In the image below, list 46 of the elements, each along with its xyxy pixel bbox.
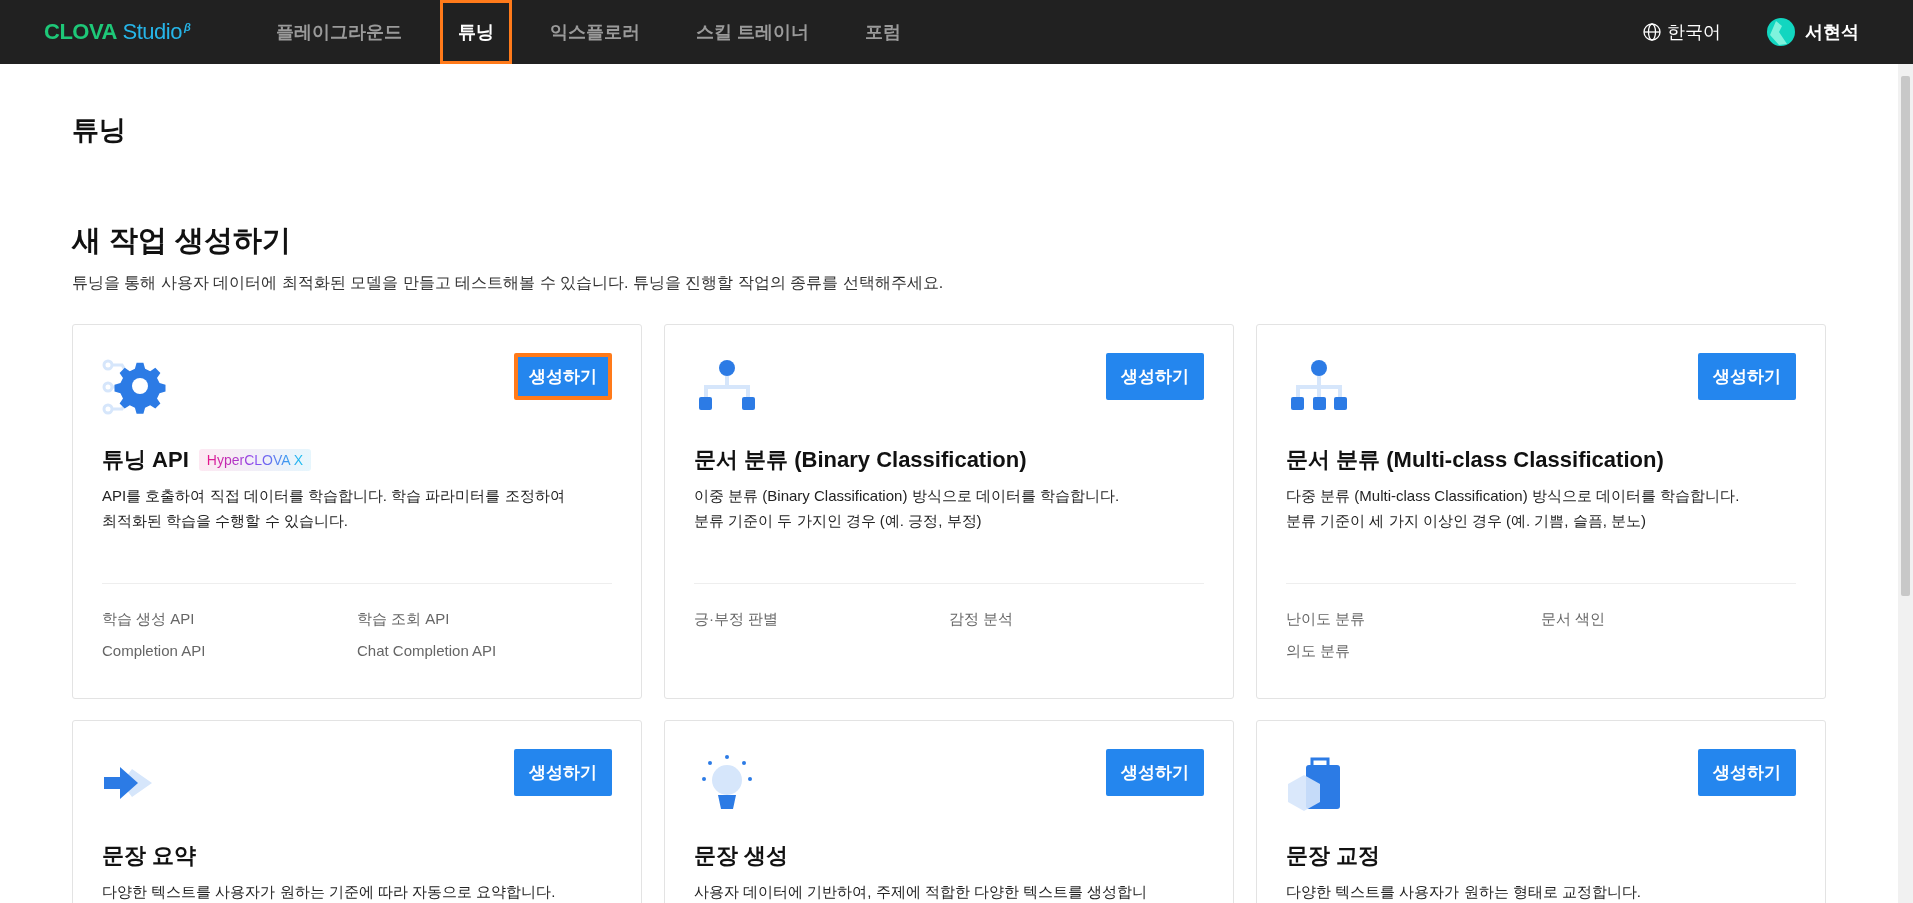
card-description: 최적화된 학습을 수행할 수 있습니다. — [102, 511, 349, 531]
section-description: 튜닝을 통해 사용자 데이터에 최적화된 모델을 만들고 테스트해볼 수 있습니다. 튜닝을 진행할 작업의 종류를 선택해주세요. — [72, 273, 945, 293]
card-title: 문장 생성 — [694, 842, 789, 870]
nav-tab[interactable]: 플레이그라운드 — [258, 0, 421, 64]
example-link[interactable]: 의도 분류 — [1286, 642, 1541, 661]
logo[interactable]: CLOVA Studio$^{β}$ — [44, 19, 191, 45]
card-title: 문서 분류 (Multi-class Classification) — [1286, 446, 1664, 474]
language-button[interactable]: 한국어 — [1637, 19, 1727, 45]
nav-tab[interactable]: 스킬 트레이너 — [678, 0, 828, 64]
create-button[interactable]: 생성하기 — [1106, 749, 1204, 796]
example-link[interactable]: 학습 조회 API — [357, 610, 612, 629]
card-description: 다양한 텍스트를 사용자가 원하는 형태로 교정합니다. — [1286, 882, 1642, 902]
user-name[interactable]: 서현석 — [1805, 20, 1859, 44]
card-description: API를 호출하여 직접 데이터를 학습합니다. 학습 파라미터를 조정하여 — [102, 486, 566, 506]
example-link[interactable]: 긍·부정 판별 — [694, 610, 949, 629]
nav-tab[interactable]: 포럼 — [847, 0, 920, 64]
card-description: 이중 분류 (Binary Classification) 방식으로 데이터를 학습합니다. — [694, 486, 1121, 506]
create-button[interactable]: 생성하기 — [1106, 353, 1204, 400]
avatar-icon[interactable] — [1767, 18, 1795, 46]
example-link[interactable]: Completion API — [102, 642, 357, 659]
nav-tab[interactable]: 익스플로러 — [532, 0, 659, 64]
example-link[interactable]: 난이도 분류 — [1286, 610, 1541, 629]
globe-icon — [1643, 23, 1661, 41]
example-link[interactable]: 학습 생성 API — [102, 610, 357, 629]
card-title: 문장 요약 — [102, 842, 197, 870]
create-button[interactable]: 생성하기 — [514, 353, 612, 400]
example-link[interactable]: 문서 색인 — [1541, 610, 1796, 629]
model-badge: HyperCLOVA X — [198, 449, 312, 471]
scrollbar[interactable] — [1898, 64, 1913, 903]
create-button[interactable]: 생성하기 — [514, 749, 612, 796]
card-description: 다양한 텍스트를 사용자가 원하는 기준에 따라 자동으로 요약합니다. — [102, 882, 557, 902]
card-description: 분류 기준이 세 가지 이상인 경우 (예. 기쁨, 슬픔, 분노) — [1286, 511, 1647, 531]
section-title: 새 작업 생성하기 — [72, 223, 293, 258]
card-title: 문서 분류 (Binary Classification) — [694, 446, 1027, 474]
card-title: 튜닝 API — [102, 446, 189, 474]
nav-tab[interactable]: 튜닝 — [440, 0, 513, 64]
example-link[interactable]: Chat Completion API — [357, 642, 612, 659]
gear-icon — [102, 359, 168, 415]
card-description: 다중 분류 (Multi-class Classification) 방식으로 데이터를 학습합니다. — [1286, 486, 1741, 506]
card-description: 분류 기준이 두 가지인 경우 (예. 긍정, 부정) — [694, 511, 983, 531]
create-button[interactable]: 생성하기 — [1698, 749, 1796, 796]
example-link[interactable]: 감정 분석 — [949, 610, 1204, 629]
card-title: 문장 교정 — [1286, 842, 1381, 870]
create-button[interactable]: 생성하기 — [1698, 353, 1796, 400]
page-title: 튜닝 — [72, 114, 127, 147]
card-description: 사용자 데이터에 기반하여, 주제에 적합한 다양한 텍스트를 생성합니 — [694, 882, 1149, 902]
